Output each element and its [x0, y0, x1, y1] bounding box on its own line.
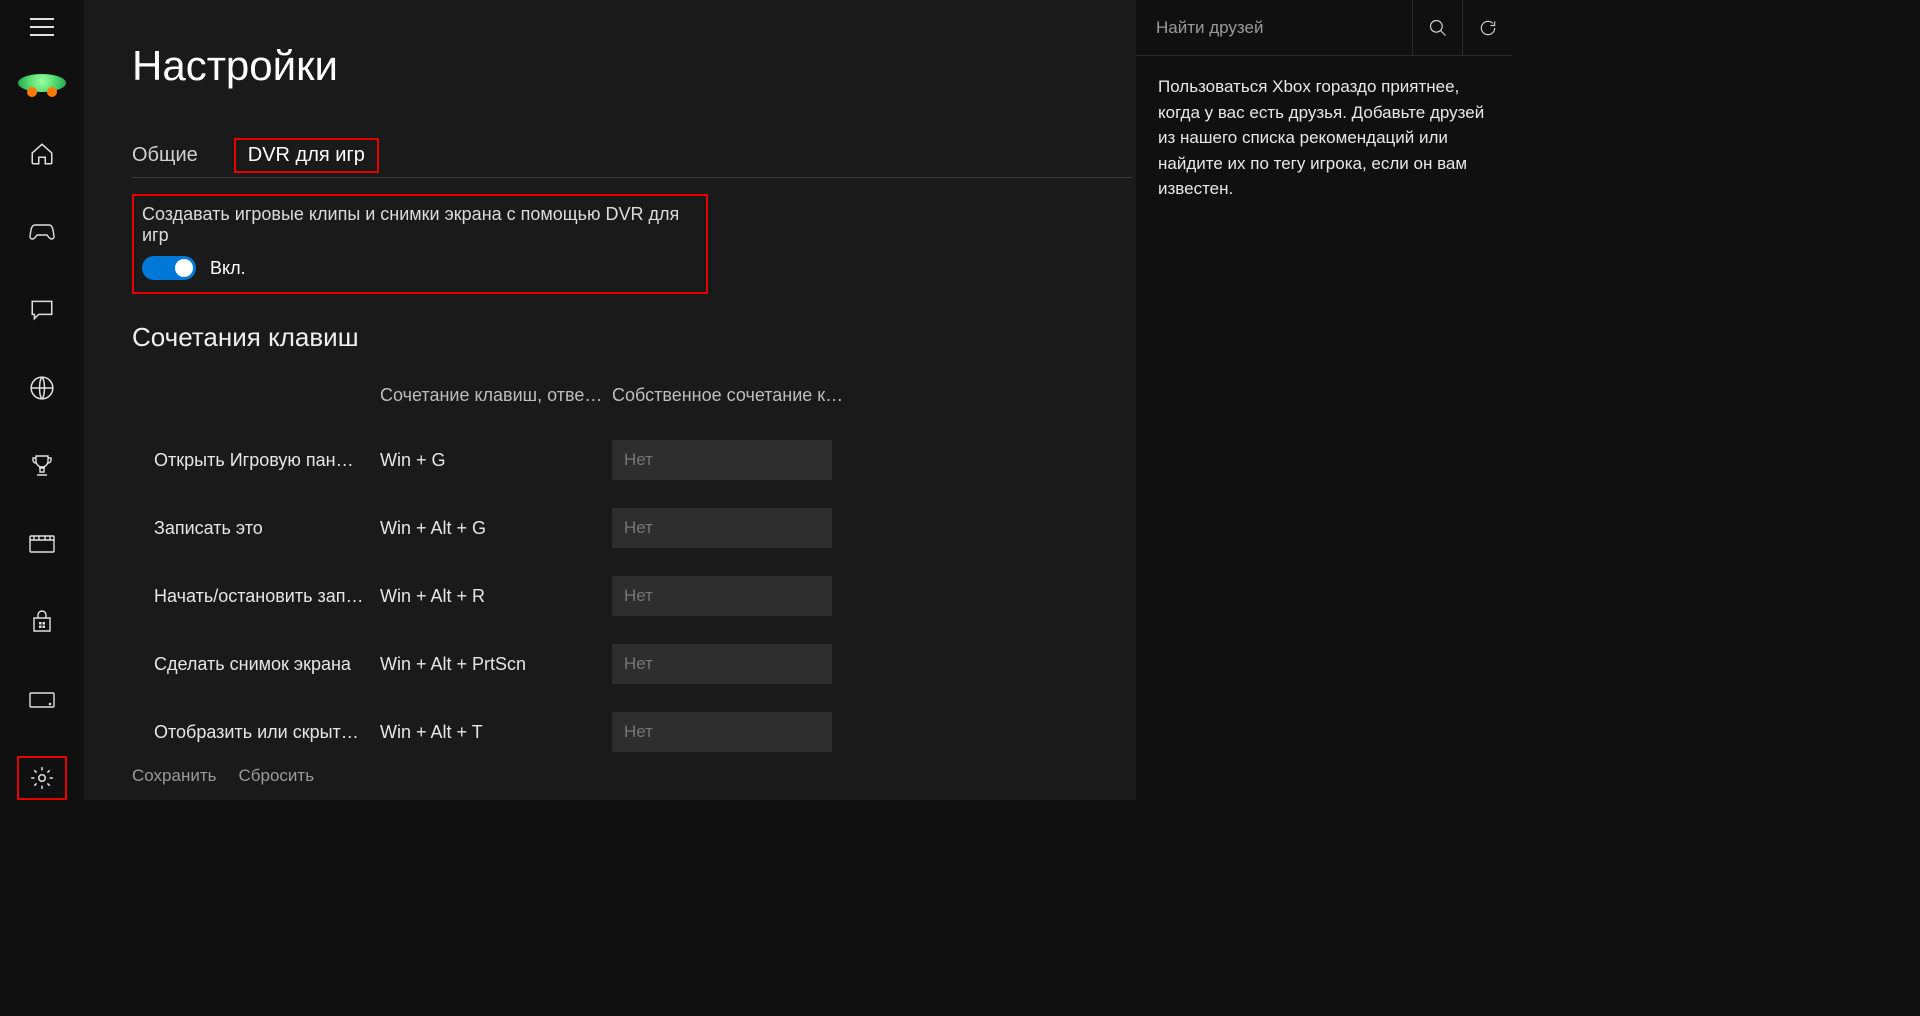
dvr-toggle[interactable]: [142, 256, 196, 280]
friends-panel: Пользоваться Xbox гораздо приятнее, когд…: [1136, 0, 1512, 800]
trophy-icon[interactable]: [17, 444, 67, 488]
search-icon[interactable]: [1412, 0, 1462, 56]
sidebar: [0, 0, 84, 800]
shortcut-name: Начать/остановить зап…: [154, 586, 380, 607]
friends-search-input[interactable]: [1136, 18, 1412, 38]
shortcut-custom-input[interactable]: [612, 440, 832, 480]
table-row: Открыть Игровую пан… Win + G: [154, 440, 982, 480]
table-row: Записать это Win + Alt + G: [154, 508, 982, 548]
reset-button[interactable]: Сбросить: [238, 766, 314, 786]
shortcut-custom-input[interactable]: [612, 712, 832, 752]
connect-icon[interactable]: [17, 678, 67, 722]
tab-dvr[interactable]: DVR для игр: [234, 138, 379, 173]
shortcut-name: Открыть Игровую пан…: [154, 450, 380, 471]
tabs: Общие DVR для игр: [132, 144, 1132, 178]
shortcut-name: Отобразить или скрыт…: [154, 722, 380, 743]
dvr-toggle-block: Создавать игровые клипы и снимки экрана …: [132, 194, 708, 294]
col-custom: Собственное сочетание к…: [612, 385, 844, 406]
shortcut-name: Записать это: [154, 518, 380, 539]
page-title: Настройки: [132, 42, 1136, 90]
table-row: Начать/остановить зап… Win + Alt + R: [154, 576, 982, 616]
shortcut-default: Win + Alt + PrtScn: [380, 654, 612, 675]
globe-icon[interactable]: [17, 366, 67, 410]
avatar[interactable]: [18, 74, 66, 92]
shortcut-table-head: . Сочетание клавиш, отве… Собственное со…: [154, 385, 982, 406]
main-content: Настройки Общие DVR для игр Создавать иг…: [84, 0, 1136, 800]
shortcut-default: Win + G: [380, 450, 612, 471]
clips-icon[interactable]: [17, 522, 67, 566]
col-default: Сочетание клавиш, отве…: [380, 385, 612, 406]
dvr-toggle-state: Вкл.: [210, 258, 246, 279]
tab-general[interactable]: Общие: [132, 144, 198, 167]
dvr-toggle-label: Создавать игровые клипы и снимки экрана …: [142, 204, 694, 246]
table-row: Отобразить или скрыт… Win + Alt + T: [154, 712, 982, 752]
save-button[interactable]: Сохранить: [132, 766, 216, 786]
shortcut-default: Win + Alt + T: [380, 722, 612, 743]
shortcut-name: Сделать снимок экрана: [154, 654, 380, 675]
controller-icon[interactable]: [17, 210, 67, 254]
hamburger-menu[interactable]: [19, 18, 65, 36]
chat-icon[interactable]: [17, 288, 67, 332]
shortcut-custom-input[interactable]: [612, 644, 832, 684]
shortcut-custom-input[interactable]: [612, 508, 832, 548]
settings-icon[interactable]: [17, 756, 67, 800]
friends-empty-text: Пользоваться Xbox гораздо приятнее, когд…: [1136, 56, 1512, 220]
footer-actions: Сохранить Сбросить: [132, 766, 314, 786]
store-icon[interactable]: [17, 600, 67, 644]
home-icon[interactable]: [17, 132, 67, 176]
shortcut-default: Win + Alt + R: [380, 586, 612, 607]
friends-top: [1136, 0, 1512, 56]
shortcut-default: Win + Alt + G: [380, 518, 612, 539]
shortcuts-title: Сочетания клавиш: [132, 322, 1136, 353]
shortcut-custom-input[interactable]: [612, 576, 832, 616]
refresh-icon[interactable]: [1462, 0, 1512, 56]
table-row: Сделать снимок экрана Win + Alt + PrtScn: [154, 644, 982, 684]
shortcut-table: . Сочетание клавиш, отве… Собственное со…: [132, 385, 982, 752]
dvr-toggle-row: Вкл.: [142, 256, 694, 280]
nav-icons: [17, 132, 67, 800]
